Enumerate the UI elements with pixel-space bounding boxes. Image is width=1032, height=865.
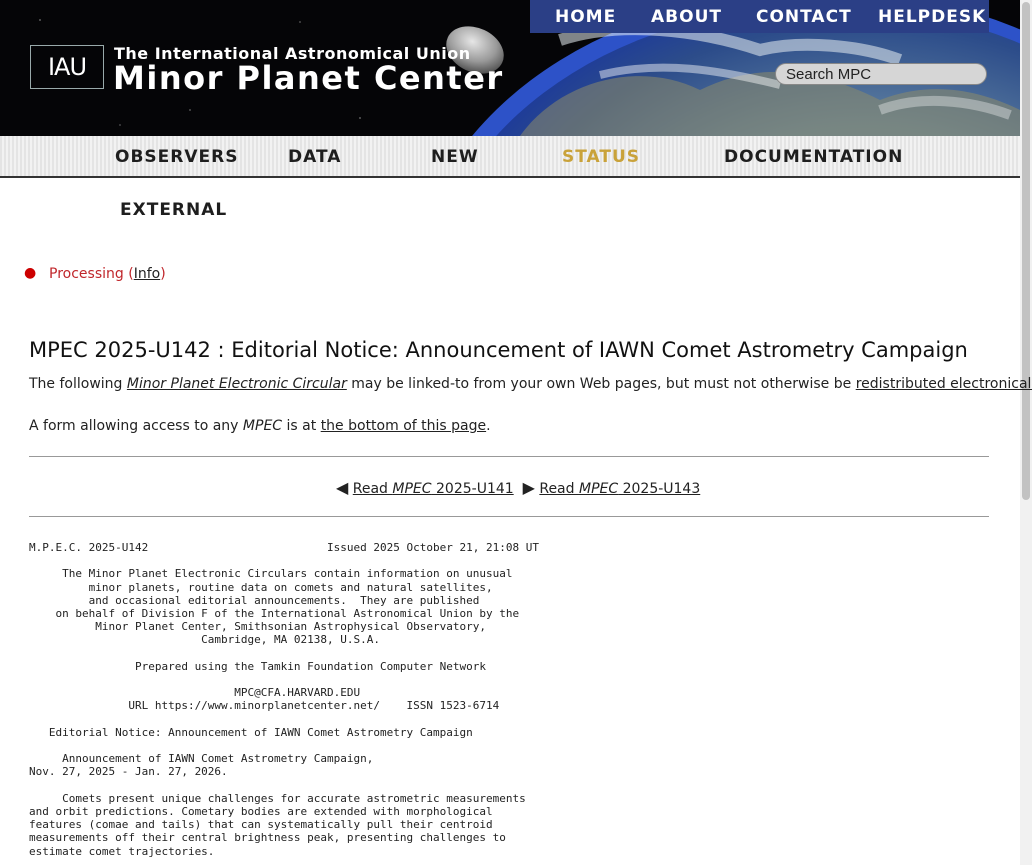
previous-mpec-link[interactable]: Read MPEC 2025-U141 [353,481,514,497]
nav-about-link[interactable]: ABOUT [651,7,722,27]
vertical-scrollbar[interactable] [1020,0,1032,865]
site-banner: IAU The International Astronomical Union… [0,0,1020,136]
nav-documentation[interactable]: DOCUMENTATION [724,147,903,167]
intro-paragraph: The following Minor Planet Electronic Ci… [29,376,1032,392]
nav-helpdesk-link[interactable]: HELPDESK [878,7,986,27]
intro-middle: may be linked-to from your own Web pages… [346,376,856,392]
next-num: 2025-U143 [618,481,701,497]
divider [29,516,989,517]
bottom-of-page-link[interactable]: the bottom of this page [321,418,486,434]
top-nav: HOME ABOUT CONTACT HELPDESK [530,0,989,33]
nav-new[interactable]: NEW [431,147,479,167]
nav-status[interactable]: STATUS [562,147,640,167]
nav-external[interactable]: EXTERNAL [120,200,227,220]
form-suffix: . [486,418,491,434]
triangle-left-icon: ◀ [336,478,349,497]
triangle-right-icon: ▶ [522,478,535,497]
next-em: MPEC [578,481,619,497]
redistribution-link[interactable]: redistributed electronically [856,376,1032,392]
site-title[interactable]: Minor Planet Center [113,59,504,97]
prev-read: Read [352,481,393,497]
bullet-icon: ● [24,265,37,281]
nav-contact-link[interactable]: CONTACT [756,7,852,27]
iau-logo[interactable]: IAU [30,45,104,89]
page-title: MPEC 2025-U142 : Editorial Notice: Annou… [29,338,968,362]
main-nav: OBSERVERS DATA NEW STATUS DOCUMENTATION [0,136,1020,178]
status-info-link[interactable]: Info [134,266,161,282]
nav-observers[interactable]: OBSERVERS [115,147,238,167]
nav-home-link[interactable]: HOME [555,7,616,27]
form-em: MPEC [242,418,283,434]
form-paragraph: A form allowing access to any MPEC is at… [29,418,491,434]
search-input[interactable] [775,63,987,85]
form-middle: is at [282,418,321,434]
circular-text: M.P.E.C. 2025-U142 Issued 2025 October 2… [29,541,539,858]
status-label: Processing [49,266,124,282]
prev-num: 2025-U141 [431,481,514,497]
next-read: Read [539,481,579,497]
divider [29,456,989,457]
scrollbar-thumb[interactable] [1022,2,1030,500]
nav-data[interactable]: DATA [288,147,341,167]
intro-prefix: The following [29,376,127,392]
prev-em: MPEC [392,481,432,497]
next-mpec-link[interactable]: Read MPEC 2025-U143 [539,481,700,497]
form-prefix: A form allowing access to any [29,418,243,434]
prev-next-nav: ◀ Read MPEC 2025-U141 ▶ Read MPEC 2025-U… [336,478,700,497]
info-close-paren: ) [160,266,166,282]
mpec-definition-link[interactable]: Minor Planet Electronic Circular [127,376,347,392]
